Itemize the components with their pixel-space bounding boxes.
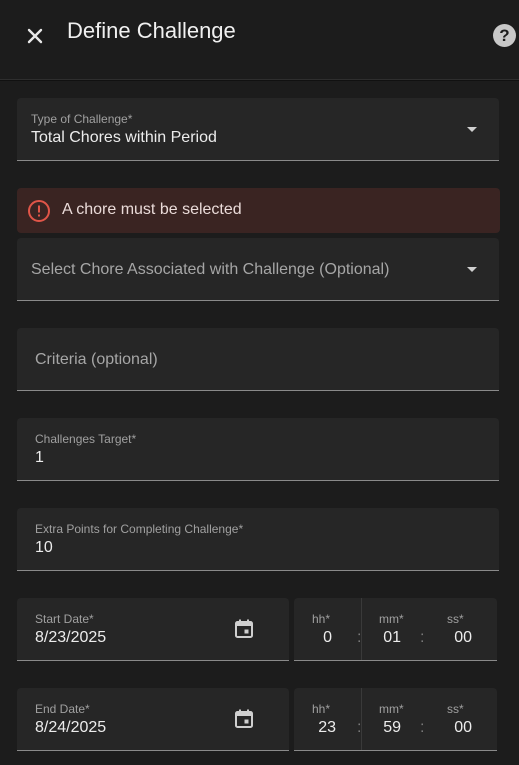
time-divider (361, 598, 362, 660)
chore-select[interactable]: Select Chore Associated with Challenge (… (17, 238, 499, 301)
end-mm-value[interactable]: 59 (379, 719, 401, 737)
start-mm-value[interactable]: 01 (379, 629, 401, 647)
dropdown-arrow-icon (467, 127, 477, 132)
chore-select-placeholder: Select Chore Associated with Challenge (… (31, 261, 390, 278)
challenge-type-value: Total Chores within Period (31, 129, 217, 146)
extra-points-input[interactable]: Extra Points for Completing Challenge* 1… (17, 508, 499, 571)
criteria-placeholder: Criteria (optional) (35, 351, 158, 368)
end-time-input[interactable]: hh* 23 : mm* 59 : ss* 00 (294, 688, 497, 751)
start-time-input[interactable]: hh* 0 : mm* 01 : ss* 00 (294, 598, 497, 661)
error-message: A chore must be selected (62, 201, 242, 218)
start-hh-value[interactable]: 0 (312, 629, 332, 647)
start-date-label: Start Date* (35, 612, 94, 626)
extra-points-label: Extra Points for Completing Challenge* (35, 522, 244, 536)
dialog-title: Define Challenge (67, 18, 236, 43)
alert-circle-icon (28, 200, 50, 222)
dialog-header: Define Challenge ? (0, 0, 519, 80)
criteria-input[interactable]: Criteria (optional) (17, 328, 499, 391)
start-date-input[interactable]: Start Date* 8/23/2025 (17, 598, 289, 661)
start-mm-label: mm* (379, 612, 404, 626)
help-icon[interactable]: ? (493, 24, 516, 47)
close-icon[interactable] (21, 22, 49, 50)
error-alert: A chore must be selected (17, 188, 500, 233)
dropdown-arrow-icon (467, 267, 477, 272)
challenges-target-input[interactable]: Challenges Target* 1 (17, 418, 499, 481)
start-ss-value[interactable]: 00 (451, 629, 472, 647)
time-separator: : (420, 629, 425, 646)
time-divider (361, 688, 362, 750)
calendar-icon[interactable] (232, 707, 256, 731)
end-ss-value[interactable]: 00 (451, 719, 472, 737)
challenges-target-label: Challenges Target* (35, 432, 137, 446)
end-date-input[interactable]: End Date* 8/24/2025 (17, 688, 289, 751)
challenges-target-value: 1 (35, 449, 44, 466)
start-date-value: 8/23/2025 (35, 629, 107, 646)
start-ss-label: ss* (447, 612, 464, 626)
challenge-type-select[interactable]: Type of Challenge* Total Chores within P… (17, 98, 499, 161)
end-date-value: 8/24/2025 (35, 719, 107, 736)
extra-points-value: 10 (35, 539, 53, 556)
end-date-label: End Date* (35, 702, 90, 716)
end-hh-value[interactable]: 23 (312, 719, 336, 737)
time-separator: : (420, 719, 425, 736)
start-hh-label: hh* (312, 612, 331, 626)
end-hh-label: hh* (312, 702, 331, 716)
calendar-icon[interactable] (232, 617, 256, 641)
end-ss-label: ss* (447, 702, 464, 716)
end-mm-label: mm* (379, 702, 404, 716)
challenge-type-label: Type of Challenge* (31, 112, 133, 126)
